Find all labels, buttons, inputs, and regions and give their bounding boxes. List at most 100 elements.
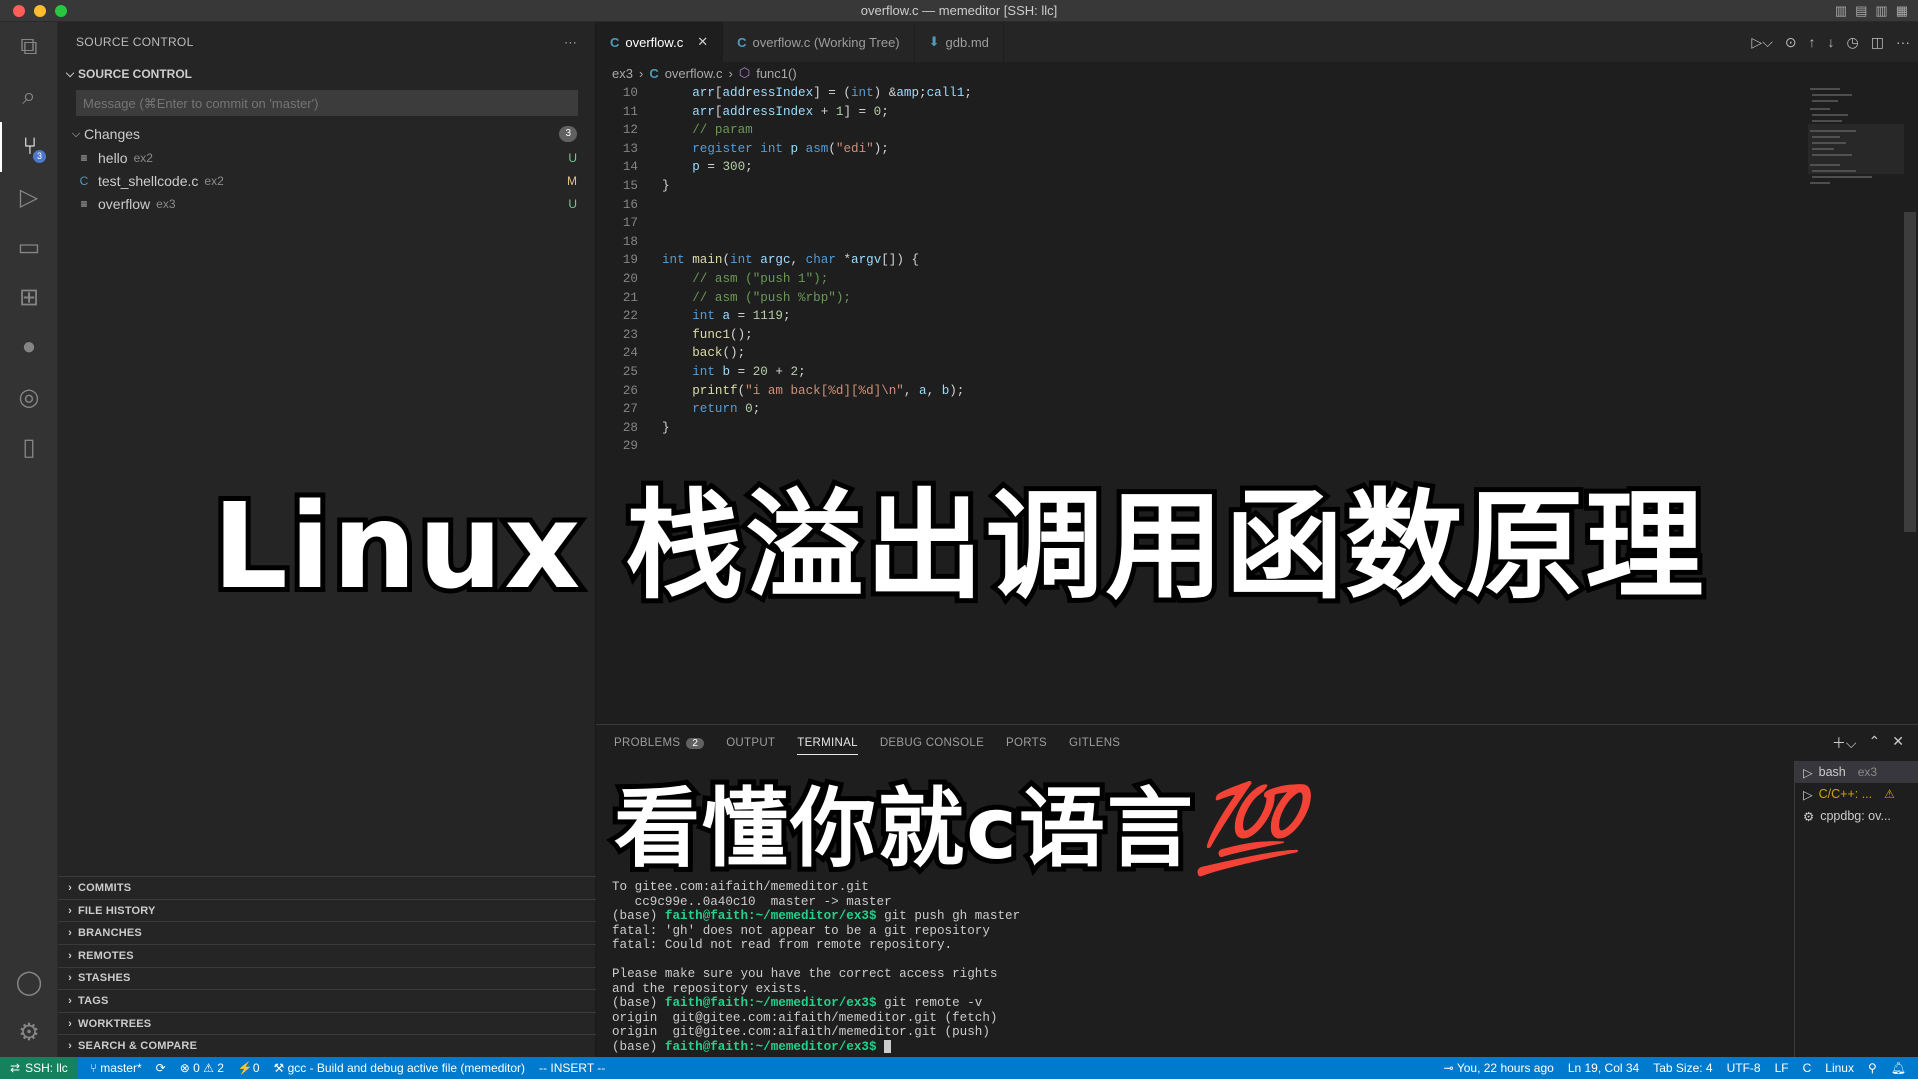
run-debug-icon[interactable]: ▷ <box>0 172 58 222</box>
code-line: 19 int main(int argc, char *argv[]) { <box>596 251 1918 270</box>
cursor-position[interactable]: Ln 19, Col 34 <box>1568 1061 1639 1075</box>
live-share-icon[interactable]: ⚲ <box>1868 1061 1877 1075</box>
new-terminal-icon[interactable]: ＋⌵ <box>1832 733 1857 753</box>
terminal-prompt: faith@faith:~/memeditor/ex3$ <box>664 909 877 923</box>
sidebar-section-search-compare[interactable]: › SEARCH & COMPARE <box>58 1034 596 1057</box>
chevron-right-icon: › <box>728 65 733 81</box>
panel-tab-ports[interactable]: PORTS <box>1006 737 1047 749</box>
remote-indicator[interactable]: ⇄ SSH: llc <box>0 1057 78 1079</box>
text-file-icon: ≡ <box>80 196 88 211</box>
panel-tab-problems[interactable]: PROBLEMS 2 <box>614 737 705 749</box>
changes-group[interactable]: ⌵ Changes 3 <box>58 122 595 146</box>
breadcrumb-folder[interactable]: ex3 <box>612 66 633 81</box>
commit-message-input[interactable] <box>76 90 578 116</box>
end-of-line[interactable]: LF <box>1775 1061 1789 1075</box>
code-line: 24 back(); <box>596 344 1918 363</box>
settings-gear-icon[interactable]: ⚙ <box>0 1007 58 1057</box>
sidebar-section-worktrees[interactable]: › WORKTREES <box>58 1011 596 1035</box>
toggle-secondary-sidebar-icon[interactable]: ▥ <box>1875 3 1887 19</box>
toggle-sidebar-icon[interactable]: ▥ <box>1835 3 1847 19</box>
more-actions-icon[interactable]: ··· <box>564 35 577 49</box>
file-status-badge: M <box>567 173 577 188</box>
branch-status[interactable]: ⑂ master* <box>90 1061 142 1075</box>
file-directory: ex2 <box>133 150 153 165</box>
next-change-icon[interactable]: ↓ <box>1828 34 1835 51</box>
chevron-right-icon: › <box>638 65 644 81</box>
panel-tab-terminal[interactable]: TERMINAL <box>797 737 858 755</box>
panel-tab-output[interactable]: OUTPUT <box>726 737 775 749</box>
editor-tab[interactable]: Coverflow.c (Working Tree) <box>723 22 915 62</box>
sidebar-section-tags[interactable]: › TAGS <box>58 989 596 1012</box>
code-editor[interactable]: 10 arr[addressIndex] = (int) &amp;call1;… <box>596 84 1918 456</box>
line-content: printf("i am back[%d][%d]\n", a, b); <box>692 383 965 398</box>
sidebar-section-stashes[interactable]: › STASHES <box>58 966 596 990</box>
timeline-icon[interactable]: ◷ <box>1847 34 1859 51</box>
section-label: FILE HISTORY <box>78 904 156 917</box>
minimap[interactable] <box>1808 84 1904 214</box>
source-control-icon[interactable]: ⑂ 3 <box>0 122 58 172</box>
code-line: 18 <box>596 233 1918 252</box>
explorer-icon[interactable]: ⧉ <box>0 22 58 72</box>
ports-status[interactable]: ⚡0 <box>238 1061 260 1075</box>
terminal-line: cc9c99e..0a40c10 master -> master <box>612 894 892 909</box>
maximize-panel-icon[interactable]: ⌃ <box>1869 733 1881 753</box>
editor-tabs: Coverflow.c ✕ Coverflow.c (Working Tree) ⬇ g… <box>596 22 1918 62</box>
notifications-bell-icon[interactable]: 🔔︎ <box>1891 1061 1906 1075</box>
panel-tab-gitlens[interactable]: GITLENS <box>1069 737 1120 749</box>
sidebar-section-remotes[interactable]: › REMOTES <box>58 944 596 967</box>
account-icon[interactable]: ◯ <box>0 957 58 1007</box>
code-line: 11 arr[addressIndex + 1] = 0; <box>596 103 1918 122</box>
problems-count-badge: 2 <box>686 738 705 749</box>
sidebar-section-commits[interactable]: › COMMITS <box>58 876 596 899</box>
git-compare-icon[interactable]: ⊙ <box>1785 34 1797 51</box>
editor-tab[interactable]: Coverflow.c ✕ <box>596 22 724 62</box>
extensions-icon[interactable]: ⊞ <box>0 272 58 322</box>
line-number: 28 <box>622 420 638 435</box>
active-task-status[interactable]: ⚒ gcc - Build and debug active file (mem… <box>274 1061 526 1075</box>
remote-explorer-icon[interactable]: ▭ <box>0 222 58 272</box>
git-blame-status[interactable]: ⊸ You, 22 hours ago <box>1444 1061 1554 1075</box>
problems-status[interactable]: ⊗ 0 ⚠ 2 <box>180 1061 224 1075</box>
panel-tab-debug-console[interactable]: DEBUG CONSOLE <box>880 737 984 749</box>
gitlens-icon[interactable]: ◎ <box>0 372 58 422</box>
chevron-right-icon: › <box>68 1040 72 1053</box>
line-content: } <box>662 420 670 435</box>
file-name: overflow <box>98 195 151 212</box>
editor-tab[interactable]: ⬇ gdb.md <box>915 22 1004 62</box>
terminal-line: (base) faith@faith:~/memeditor/ex3$ git … <box>612 996 983 1010</box>
close-icon[interactable]: ✕ <box>697 34 708 50</box>
file-status-badge: U <box>568 196 577 211</box>
toggle-panel-icon[interactable]: ▤ <box>1855 3 1867 19</box>
split-editor-icon[interactable]: ◫ <box>1871 34 1884 51</box>
changed-file-item[interactable]: Ctest_shellcode.c ex2 M <box>58 169 595 192</box>
sync-button[interactable]: ⟳ <box>156 1061 166 1075</box>
sidebar-section-branches[interactable]: › BRANCHES <box>58 921 596 944</box>
close-panel-icon[interactable]: ✕ <box>1892 733 1904 753</box>
line-number: 15 <box>622 178 638 193</box>
search-icon[interactable]: ⌕ <box>0 72 58 122</box>
github-icon[interactable]: ● <box>0 322 58 372</box>
code-line: 23 func1(); <box>596 326 1918 345</box>
platform[interactable]: Linux <box>1825 1061 1854 1075</box>
terminal-cursor <box>884 1039 892 1053</box>
changed-file-item[interactable]: ≡ hello ex2 U <box>58 146 595 169</box>
run-debug-icon[interactable]: ▷⌵ <box>1751 34 1772 51</box>
breadcrumb-file[interactable]: overflow.c <box>665 66 723 81</box>
indentation[interactable]: Tab Size: 4 <box>1653 1061 1712 1075</box>
line-content: p = 300; <box>692 160 753 175</box>
changed-file-item[interactable]: ≡ overflow ex3 U <box>58 192 595 215</box>
line-number: 14 <box>622 160 638 175</box>
code-line: 16 <box>596 196 1918 215</box>
sidebar-section-file-history[interactable]: › FILE HISTORY <box>58 898 596 922</box>
section-label: SEARCH & COMPARE <box>78 1040 198 1053</box>
breadcrumb-symbol[interactable]: func1() <box>756 66 796 81</box>
previous-change-icon[interactable]: ↑ <box>1809 34 1816 51</box>
language-mode[interactable]: C <box>1803 1061 1812 1075</box>
customize-layout-icon[interactable]: ▦ <box>1896 3 1908 19</box>
tools-icon: ⚒ <box>273 1061 288 1075</box>
sidebar-title: SOURCE CONTROL <box>76 35 194 49</box>
encoding[interactable]: UTF-8 <box>1727 1061 1761 1075</box>
more-actions-icon[interactable]: ··· <box>1896 34 1910 51</box>
source-control-section[interactable]: ⌵ SOURCE CONTROL <box>58 62 595 86</box>
